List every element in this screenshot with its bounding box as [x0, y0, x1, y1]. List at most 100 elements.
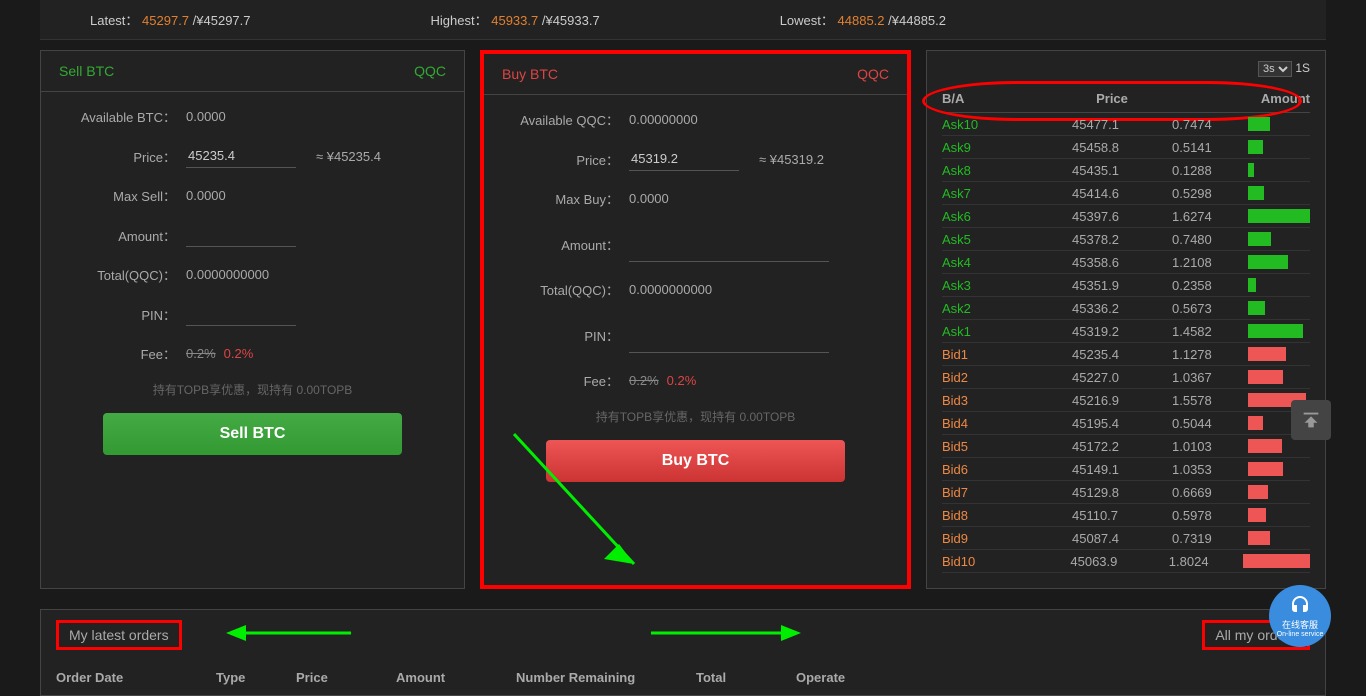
- orderbook-row[interactable]: Ask945458.80.5141: [942, 136, 1310, 159]
- row-price: 45435.1: [1072, 163, 1152, 178]
- orderbook-row[interactable]: Ask245336.20.5673: [942, 297, 1310, 320]
- row-price: 45129.8: [1072, 485, 1152, 500]
- row-amount: 1.1278: [1172, 347, 1242, 362]
- row-price: 45149.1: [1072, 462, 1152, 477]
- value: 0.00000000: [629, 112, 698, 127]
- row-price: 45216.9: [1072, 393, 1152, 408]
- row-amount: 0.2358: [1172, 278, 1242, 293]
- label: Available BTC：: [66, 107, 186, 126]
- row-amount: 0.5978: [1172, 508, 1242, 523]
- row-bar: [1248, 370, 1283, 384]
- label: Total(QQC)：: [509, 280, 629, 299]
- support-label-cn: 在线客服: [1282, 618, 1318, 631]
- row-label: Ask3: [942, 278, 1022, 293]
- orderbook-row[interactable]: Bid8 45110.7 0.5978: [942, 504, 1310, 527]
- label: Amount：: [66, 226, 186, 245]
- row-label: Ask1: [942, 324, 1022, 339]
- orders-section: My latest orders All my orders Order Dat…: [40, 609, 1326, 696]
- arrow-up-icon: [1300, 409, 1322, 431]
- row-amount: 0.1288: [1172, 163, 1242, 178]
- row-price: 45172.2: [1072, 439, 1152, 454]
- sell-panel: Sell BTC QQC Available BTC：0.0000 Price：…: [40, 50, 465, 589]
- col: Type: [216, 670, 296, 685]
- row-bar: [1248, 347, 1286, 361]
- row-amount: 1.6274: [1172, 209, 1242, 224]
- row-price: 45235.4: [1072, 347, 1152, 362]
- row-amount: 1.0367: [1172, 370, 1242, 385]
- row-amount: 1.8024: [1169, 554, 1238, 569]
- row-price: 45477.1: [1072, 117, 1152, 132]
- row-amount: 1.5578: [1172, 393, 1242, 408]
- label: Lowest：: [780, 13, 834, 28]
- row-bar: [1248, 209, 1310, 223]
- label: Price：: [509, 150, 629, 169]
- row-label: Bid4: [942, 416, 1022, 431]
- row-bar: [1248, 255, 1288, 269]
- sell-currency: QQC: [414, 63, 446, 79]
- tab-my-latest-orders[interactable]: My latest orders: [56, 620, 182, 650]
- orderbook-row[interactable]: Bid445195.40.5044: [942, 412, 1310, 435]
- row-amount: 0.5298: [1172, 186, 1242, 201]
- sell-note: 持有TOPB享优惠，现持有 0.00TOPB: [66, 381, 439, 398]
- row-bar: [1248, 301, 1265, 315]
- value: 0.0000000000: [629, 282, 712, 297]
- row-bar: [1248, 531, 1270, 545]
- sell-pin-input[interactable]: [186, 302, 296, 326]
- orderbook-panel: 3s 1S B/A Price Amount Ask1045477.10.747…: [926, 50, 1326, 589]
- orderbook-row[interactable]: Bid145235.41.1278: [942, 343, 1310, 366]
- online-support-button[interactable]: 在线客服 On-line service: [1269, 585, 1331, 647]
- sell-price-input[interactable]: [186, 144, 296, 168]
- row-label: Ask6: [942, 209, 1022, 224]
- row-label: Bid10: [942, 554, 1020, 569]
- row-price: 45195.4: [1072, 416, 1152, 431]
- row-label: Ask9: [942, 140, 1022, 155]
- orderbook-row[interactable]: Bid245227.01.0367: [942, 366, 1310, 389]
- orderbook-row[interactable]: Ask6 45397.6 1.6274: [942, 205, 1310, 228]
- label: PIN：: [509, 326, 629, 345]
- scroll-top-button[interactable]: [1291, 400, 1331, 440]
- row-price: 45063.9: [1070, 554, 1148, 569]
- refresh-interval-select[interactable]: 3s: [1258, 61, 1292, 77]
- sell-title: Sell BTC: [59, 63, 114, 79]
- refresh-suffix: 1S: [1295, 61, 1310, 75]
- row-price: 45336.2: [1072, 301, 1152, 316]
- orderbook-row[interactable]: Ask1045477.10.7474: [942, 113, 1310, 136]
- value: 0.0000: [186, 109, 226, 124]
- row-label: Ask4: [942, 255, 1022, 270]
- headset-icon: [1287, 594, 1313, 618]
- buy-pin-input[interactable]: [629, 317, 829, 353]
- col: Operate: [796, 670, 896, 685]
- buy-amount-input[interactable]: [629, 226, 829, 262]
- value: 45933.7: [491, 13, 538, 28]
- orderbook-row[interactable]: Bid345216.91.5578: [942, 389, 1310, 412]
- sell-amount-input[interactable]: [186, 223, 296, 247]
- row-price: 45378.2: [1072, 232, 1152, 247]
- orderbook-row[interactable]: Bid645149.11.0353: [942, 458, 1310, 481]
- buy-currency: QQC: [857, 66, 889, 82]
- fee-old: 0.2%: [186, 346, 216, 361]
- orderbook-row[interactable]: Bid545172.21.0103: [942, 435, 1310, 458]
- orderbook-row[interactable]: Ask545378.20.7480: [942, 228, 1310, 251]
- sell-button[interactable]: Sell BTC: [103, 413, 401, 455]
- buy-price-input[interactable]: [629, 147, 739, 171]
- orderbook-row[interactable]: Bid745129.80.6669: [942, 481, 1310, 504]
- value: 0.0000: [186, 188, 226, 203]
- orderbook-row[interactable]: Ask3 45351.9 0.2358: [942, 274, 1310, 297]
- row-bar: [1248, 186, 1264, 200]
- row-amount: 0.5673: [1172, 301, 1242, 316]
- row-price: 45110.7: [1072, 508, 1152, 523]
- fee-new: 0.2%: [667, 373, 697, 388]
- row-label: Ask5: [942, 232, 1022, 247]
- buy-button[interactable]: Buy BTC: [546, 440, 844, 482]
- row-price: 45397.6: [1072, 209, 1152, 224]
- row-price: 45351.9: [1072, 278, 1152, 293]
- orderbook-row[interactable]: Ask445358.61.2108: [942, 251, 1310, 274]
- orderbook-row[interactable]: Bid10 45063.9 1.8024: [942, 550, 1310, 573]
- orderbook-row[interactable]: Bid945087.40.7319: [942, 527, 1310, 550]
- row-bar: [1248, 416, 1263, 430]
- orderbook-row[interactable]: Ask845435.10.1288: [942, 159, 1310, 182]
- orderbook-row[interactable]: Ask145319.21.4582: [942, 320, 1310, 343]
- row-label: Bid8: [942, 508, 1022, 523]
- orderbook-row[interactable]: Ask745414.60.5298: [942, 182, 1310, 205]
- value: 44885.2: [838, 13, 885, 28]
